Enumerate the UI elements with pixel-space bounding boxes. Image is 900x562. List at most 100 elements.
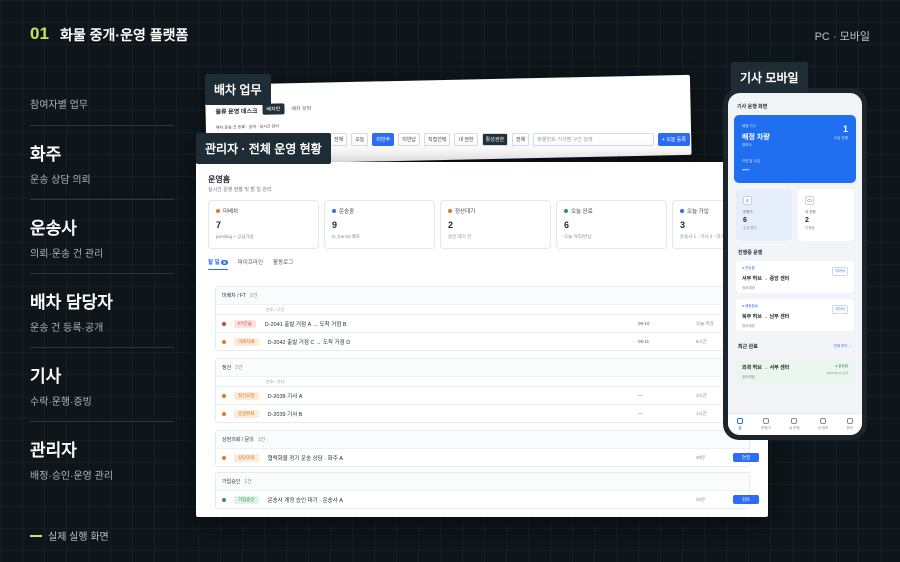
job-card[interactable]: ● 운송중 서부 허브 → 중앙 센터 정비예정 이어서: [736, 261, 854, 293]
completed-card[interactable]: 외곽 허브 → 서부 센터 정비예정 ● 완료됨 2025.09.12 도착: [736, 359, 854, 385]
page-title: 화물 중개·운영 플랫폼: [60, 27, 189, 43]
dispatch-tab-board[interactable]: 배차판: [262, 103, 285, 115]
driver-summary-card[interactable]: 배정 기사 배정 차량 협력사 1 오늘 운행 이번 달 수입 —: [734, 115, 856, 183]
task-section: 정산 2건 번호 / 기사 정산요청 D-2038 기사 A — 2시간 증빙완료 D-2039…: [215, 358, 759, 423]
nav-profile[interactable]: 내 정보: [817, 418, 829, 431]
status-dot: [564, 209, 568, 213]
kpi-label: 운송중: [332, 207, 427, 215]
mini-sub: 수금 확인: [743, 226, 757, 230]
tab-todo[interactable]: 할 일 8: [208, 258, 228, 270]
tab-activity-log[interactable]: 활동로그: [273, 258, 293, 270]
done-status: ● 완료됨: [835, 364, 848, 368]
kpi-value: 6: [564, 220, 570, 230]
job-card[interactable]: ● 배정완료 북부 허브 → 남부 센터 정비예정 이어서: [736, 299, 854, 331]
filter-all[interactable]: 전체: [330, 132, 348, 146]
kpi-card[interactable]: 운송중 9 in_transit 배차: [324, 200, 435, 249]
section-count: 2건: [250, 293, 258, 299]
table-row[interactable]: FT긴급 D-2041 출발 거점 A → 도착 거점 B 09-10 오늘 마감: [216, 314, 759, 332]
footer-caption: 실제 실행 화면: [30, 528, 109, 543]
role-carrier: 운송사 의뢰·운송 건 관리: [30, 200, 174, 274]
row-text: D-2041 출발 거점 A → 도착 거점 B: [264, 321, 347, 328]
nav-label: 홈: [738, 426, 742, 430]
done-sub: 정비예정: [742, 375, 755, 379]
dispatch-title: 물류 운영 데스크: [215, 108, 258, 116]
dispatch-tab-consult[interactable]: 배차 상담: [291, 105, 311, 112]
section-recent-done: 최근 완료: [738, 344, 758, 350]
kpi-label: 미배차: [216, 207, 311, 215]
table-row[interactable]: 증빙완료 D-2039 기사 B — 1시간: [216, 404, 759, 422]
job-sub: 정비예정: [742, 286, 755, 290]
status-dot: [680, 209, 684, 213]
role-title: 배차 담당자: [30, 293, 113, 312]
nav-label: 운행가: [761, 426, 771, 430]
nav-available[interactable]: 운행가: [761, 418, 771, 431]
nav-label: 내 정보: [817, 426, 829, 430]
home-icon: [737, 418, 744, 424]
row-elapsed: 1시간: [696, 410, 707, 416]
row-date: 09-10: [638, 321, 650, 326]
kpi-card[interactable]: 미배차 7 pending + 공급가용: [208, 200, 319, 249]
status-pill: 미배차배: [234, 337, 259, 346]
mini-sub: 진행중: [805, 226, 815, 230]
accent-bar: [30, 534, 42, 537]
done-date: 2025.09.12 도착: [826, 371, 848, 375]
admin-subtitle: 실시간 운영 현황 및 할 일 관리: [208, 187, 272, 193]
phone-frame: 기사 운행 화면 배정 기사 배정 차량 협력사 1 오늘 운행 이번 달 수입…: [723, 88, 867, 440]
role-title: 운송사: [30, 219, 77, 238]
section-title: 정산: [222, 365, 232, 371]
add-today-button[interactable]: + 오늘 등록: [657, 132, 690, 146]
status-dot: [222, 497, 226, 502]
filter-all-2[interactable]: 전체: [512, 132, 530, 146]
row-date: —: [638, 393, 643, 398]
mini-value: 6: [743, 217, 747, 224]
view-all-link[interactable]: 전체 보기 →: [834, 344, 852, 349]
filter-unreturned[interactable]: 미반납: [398, 132, 421, 146]
continue-button[interactable]: 이어서: [832, 305, 848, 314]
row-action-button[interactable]: 연결: [733, 453, 759, 462]
continue-button[interactable]: 이어서: [832, 267, 848, 276]
summary-count: 1: [842, 124, 848, 134]
row-text: 협력화물 정기 운송 상담 · 화주 A: [267, 455, 343, 462]
job-sub: 정비예정: [742, 324, 755, 328]
row-date: 09-11: [638, 339, 650, 344]
filter-my-perm[interactable]: 내 권한: [454, 132, 478, 146]
nav-home[interactable]: 홈: [737, 418, 744, 431]
column-header: 번호 / 기사: [216, 376, 749, 386]
kpi-card[interactable]: 정산대기 2 승인 대기 건: [440, 200, 551, 249]
task-section: 가입승인 1건 가입승인 운송사 계정 승인 대기 · 운송사 A 20분 검토: [215, 472, 759, 509]
dispatch-subtitle: 배차 운송 건 등록 · 공개 · 실시간 관리: [215, 123, 280, 130]
row-action-button[interactable]: 검토: [733, 495, 759, 504]
table-row[interactable]: 상담의뢰 협력화물 정기 운송 상담 · 화주 A 30분 연결: [216, 448, 759, 466]
table-row[interactable]: 정산요청 D-2038 기사 A — 2시간: [216, 386, 759, 404]
row-elapsed: 20분: [696, 496, 706, 502]
role-desc: 수락·운행·증빙: [30, 397, 92, 408]
phone-screen: 기사 운행 화면 배정 기사 배정 차량 협력사 1 오늘 운행 이번 달 수입…: [728, 93, 862, 435]
nav-inquiry[interactable]: 문의: [846, 418, 853, 431]
mini-label: 내 운행: [805, 210, 816, 214]
mini-card-available[interactable]: ⌕ 운행가 6 수금 확인: [736, 189, 792, 241]
status-pill: 상담의뢰: [234, 453, 259, 462]
job-route: 북부 허브 → 남부 센터: [742, 314, 790, 320]
filter-active-perm[interactable]: 활성권한: [481, 132, 509, 146]
role-dispatcher: 배차 담당자 운송 건 등록·공개: [30, 274, 174, 348]
kpi-sub: 오늘 처리/반납: [564, 234, 592, 239]
done-route: 외곽 허브 → 서부 센터: [742, 365, 790, 371]
kpi-sub: pending + 공급가용: [216, 234, 254, 239]
table-row[interactable]: 가입승인 운송사 계정 승인 대기 · 운송사 A 20분 검토: [216, 490, 759, 508]
kpi-label-text: 미배차: [223, 209, 239, 215]
table-row[interactable]: 미배차배 D-2042 출발 거점 C → 도착 거점 D 09-11 8시간: [216, 332, 759, 350]
mini-card-my-trips[interactable]: ▭ 내 운행 2 진행중: [798, 189, 854, 241]
tab-pipeline[interactable]: 파이프라인: [238, 258, 263, 270]
filter-custom[interactable]: 직접선택: [424, 132, 451, 146]
nav-my-trips[interactable]: 내 운행: [789, 418, 800, 431]
filter-today[interactable]: 오늘: [351, 132, 369, 146]
search-input[interactable]: 화물번호·기사명·구간 검색: [533, 132, 654, 146]
role-title: 화주: [30, 145, 62, 164]
summary-company: 협력사: [742, 143, 752, 147]
kpi-card[interactable]: 오늘 완료 6 오늘 처리/반납: [556, 200, 667, 249]
filter-unassigned[interactable]: 미반주: [372, 132, 395, 146]
search-icon: ⌕: [743, 196, 752, 205]
nav-label: 내 운행: [788, 426, 800, 430]
mini-label: 운행가: [743, 210, 753, 214]
row-elapsed: 오늘 마감: [696, 320, 714, 326]
